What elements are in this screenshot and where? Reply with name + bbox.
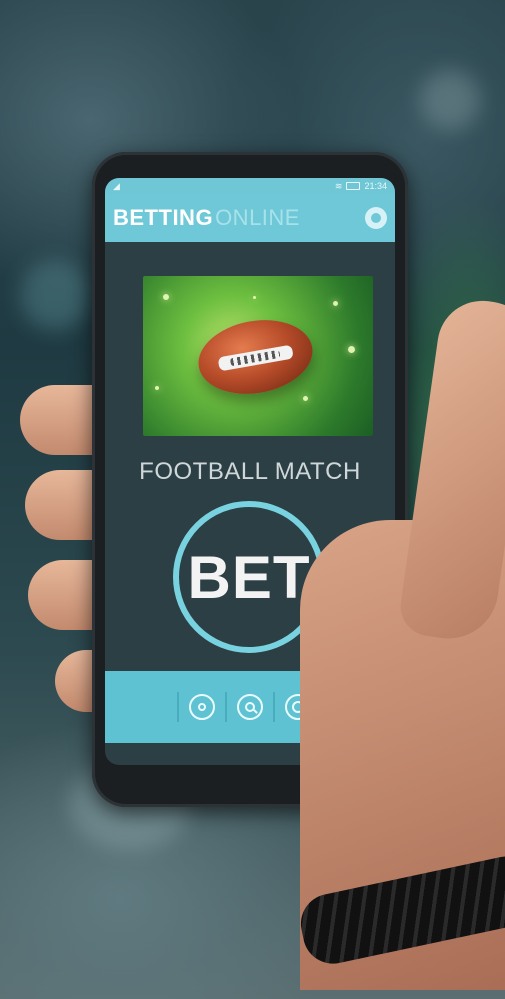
football-banner[interactable] <box>143 276 373 436</box>
football-icon <box>192 311 319 403</box>
profile-icon <box>371 213 381 223</box>
bokeh-light <box>20 260 90 330</box>
photo-scene: ◢ ≋ 21:34 BETTING ONLINE FOOTBALL MATCH … <box>0 0 505 999</box>
sparkle <box>155 386 159 390</box>
sparkle <box>253 296 256 299</box>
sparkle <box>163 294 169 300</box>
magnifier <box>245 702 255 712</box>
bokeh-light <box>420 70 480 130</box>
app-header: BETTING ONLINE <box>105 194 395 242</box>
signal-icon: ◢ <box>113 180 120 191</box>
battery-icon <box>346 182 361 190</box>
home-circle-icon[interactable] <box>189 694 215 720</box>
status-icons: ≋ 21:34 <box>335 181 387 192</box>
sparkle <box>303 396 308 401</box>
section-title: FOOTBALL MATCH <box>139 458 361 485</box>
home-inner <box>198 703 206 711</box>
search-icon[interactable] <box>237 694 263 720</box>
profile-button[interactable] <box>365 207 387 229</box>
app-title-bold: BETTING <box>113 205 214 230</box>
status-bar: ◢ ≋ 21:34 <box>105 178 395 194</box>
wifi-icon: ≋ <box>334 180 343 191</box>
nav-separator <box>273 692 275 722</box>
status-time: 21:34 <box>364 181 387 191</box>
bet-label: BET <box>187 543 311 611</box>
app-title-light: ONLINE <box>215 205 300 230</box>
sparkle <box>348 346 355 353</box>
nav-separator <box>225 692 227 722</box>
nav-separator <box>177 692 179 722</box>
sparkle <box>333 301 338 306</box>
